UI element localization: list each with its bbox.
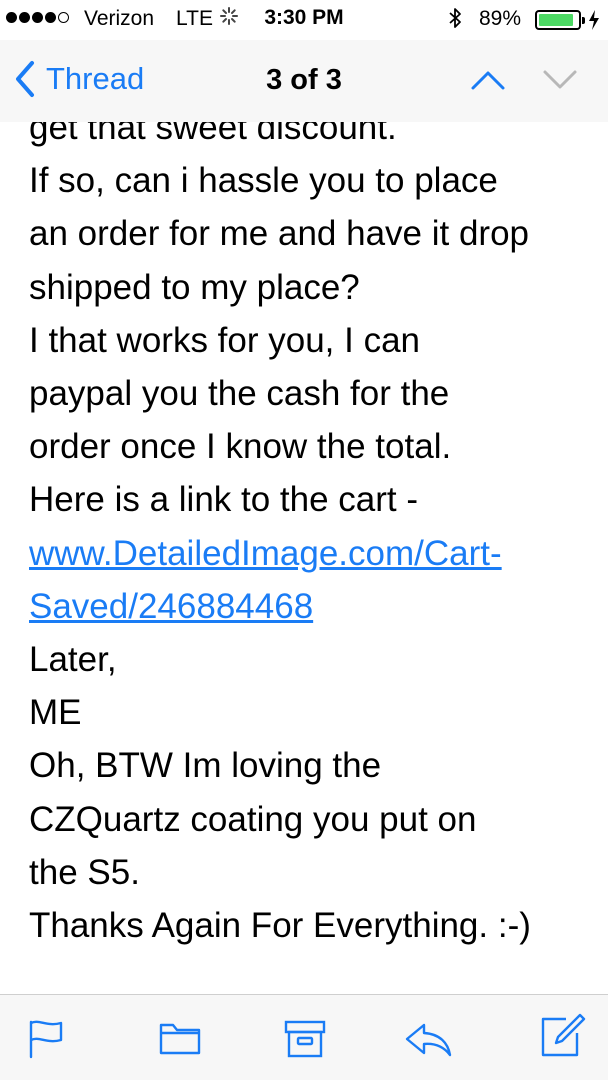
status-bar: Verizon LTE 3:30 PM 89%: [0, 0, 608, 40]
flag-icon: [26, 1020, 70, 1063]
message-line: Here is a link to the cart -: [29, 480, 419, 520]
battery-nub: [582, 17, 585, 24]
message-line: CZQuartz coating you put on: [29, 799, 477, 839]
message-line: shipped to my place?: [29, 267, 360, 307]
message-line: Later,: [29, 640, 117, 680]
bottom-toolbar: [0, 994, 608, 1080]
message-line: paypal you the cash for the: [29, 374, 450, 414]
message-line: order once I know the total.: [29, 427, 452, 467]
chevron-down-icon: [540, 70, 580, 100]
message-line: get that sweet discount.: [29, 122, 397, 147]
message-line: Thanks Again For Everything. :-): [29, 906, 531, 946]
message-text: get that sweet discount. If so, can i has…: [29, 122, 589, 952]
reply-button[interactable]: [404, 1019, 452, 1059]
battery-icon: [535, 10, 585, 30]
archive-button[interactable]: [283, 1019, 327, 1059]
battery-percent: 89%: [479, 7, 522, 30]
message-body[interactable]: get that sweet discount. If so, can i has…: [0, 122, 608, 994]
message-line: the S5.: [29, 852, 140, 892]
message-line: ME: [29, 693, 82, 733]
message-line: I that works for you, I can: [29, 320, 420, 360]
folder-icon: [158, 1023, 202, 1063]
thread-position-title: 3 of 3: [266, 64, 342, 96]
move-to-folder-button[interactable]: [158, 1019, 202, 1059]
reply-icon: [404, 1023, 454, 1063]
message-line: If so, can i hassle you to place: [29, 161, 498, 201]
chevron-up-icon: [468, 71, 508, 100]
compose-icon: [540, 1013, 586, 1063]
compose-button[interactable]: [540, 1013, 586, 1057]
message-line: an order for me and have it drop: [29, 214, 530, 254]
navigation-bar: Thread 3 of 3: [0, 40, 608, 122]
archive-icon: [283, 1020, 327, 1063]
flag-button[interactable]: [26, 1019, 70, 1059]
previous-message-button[interactable]: [468, 62, 508, 96]
message-link[interactable]: www.DetailedImage.com/Cart-: [29, 527, 589, 580]
message-line: Oh, BTW Im loving the: [29, 746, 382, 786]
battery-level-fill: [539, 14, 573, 26]
message-link[interactable]: Saved/246884468: [29, 580, 589, 633]
bluetooth-icon: [448, 6, 462, 36]
next-message-button[interactable]: [540, 62, 580, 96]
charging-bolt-icon: [588, 9, 600, 36]
